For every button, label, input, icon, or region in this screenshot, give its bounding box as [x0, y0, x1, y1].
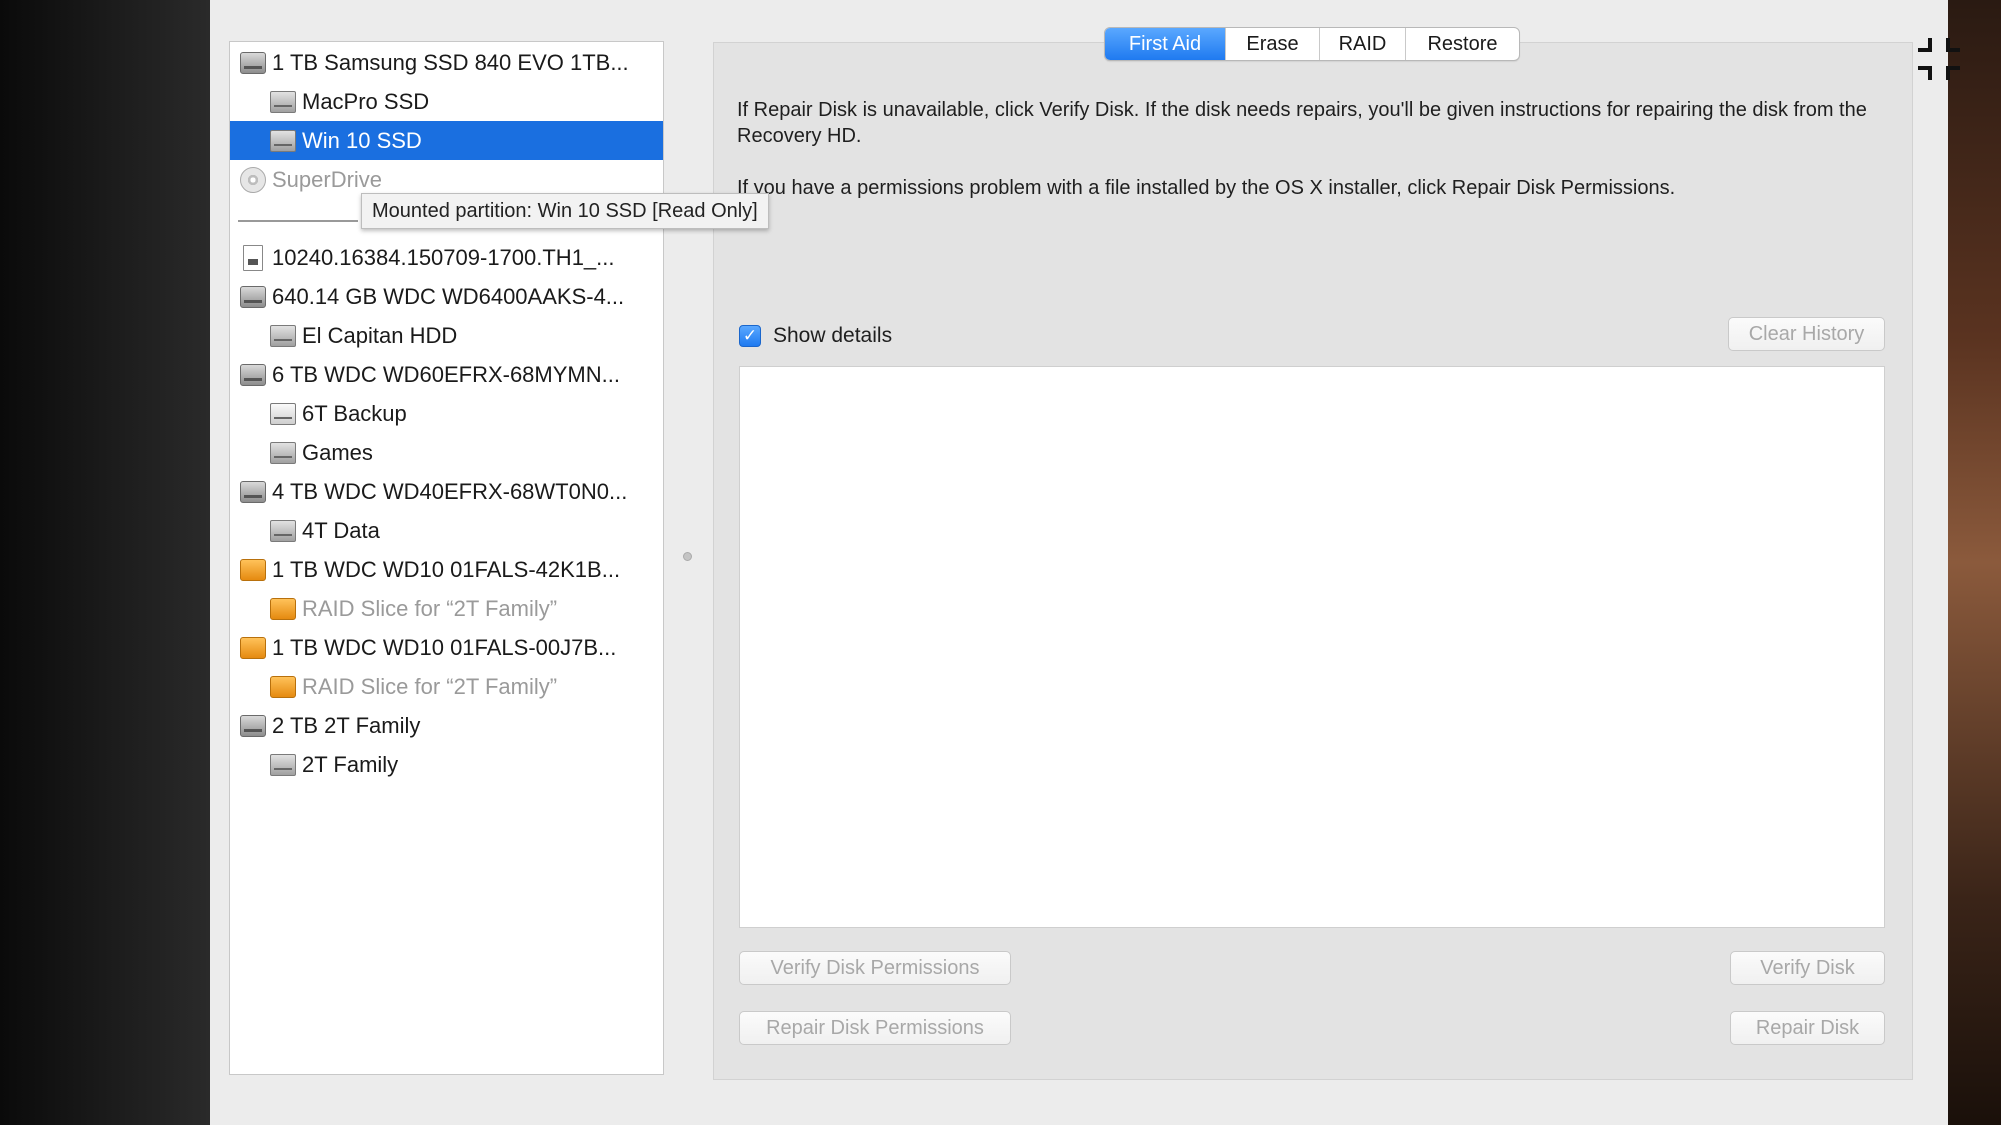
- show-details-label: Show details: [773, 324, 893, 347]
- volume-icon: [270, 129, 296, 152]
- sidebar-separator: [238, 220, 358, 222]
- drive-icon: [240, 480, 266, 503]
- instructions-text: If Repair Disk is unavailable, click Ver…: [737, 99, 1867, 147]
- sidebar-item[interactable]: RAID Slice for “2T Family”: [230, 667, 663, 706]
- clear-history-button[interactable]: Clear History: [1728, 317, 1885, 351]
- sidebar-item-label: 6T Backup: [302, 400, 407, 426]
- sidebar-item-label: El Capitan HDD: [302, 322, 458, 348]
- sidebar-item[interactable]: El Capitan HDD: [230, 316, 663, 355]
- tab-restore[interactable]: Restore: [1405, 28, 1519, 60]
- sidebar-item-label: 1 TB WDC WD10 01FALS-42K1B...: [272, 556, 621, 582]
- volume-icon: [270, 753, 296, 776]
- checkmark-icon[interactable]: ✓: [739, 325, 761, 347]
- drive-icon: [240, 285, 266, 308]
- sidebar-item-label: 10240.16384.150709-1700.TH1_...: [272, 244, 615, 270]
- raid-drive-icon: [240, 558, 266, 581]
- volume-icon: [270, 441, 296, 464]
- show-details-checkbox[interactable]: ✓ Show details: [739, 324, 892, 348]
- sidebar-item[interactable]: 6 TB WDC WD60EFRX-68MYMN...: [230, 355, 663, 394]
- sidebar-item-label: 1 TB Samsung SSD 840 EVO 1TB...: [272, 49, 629, 75]
- volume-white-icon: [270, 402, 296, 425]
- sidebar-item-selected[interactable]: Win 10 SSD: [230, 121, 663, 160]
- volume-icon: [270, 519, 296, 542]
- sidebar-item-label: 6 TB WDC WD60EFRX-68MYMN...: [272, 361, 620, 387]
- verify-disk-permissions-button[interactable]: Verify Disk Permissions: [739, 951, 1011, 985]
- sidebar-item[interactable]: RAID Slice for “2T Family”: [230, 589, 663, 628]
- sidebar-item-label: 2 TB 2T Family: [272, 712, 421, 738]
- sidebar-item[interactable]: 2 TB 2T Family: [230, 706, 663, 745]
- sidebar-item-label: 4T Data: [302, 517, 380, 543]
- drive-icon: [240, 51, 266, 74]
- sidebar-item[interactable]: 2T Family: [230, 745, 663, 784]
- sidebar-item-label: 640.14 GB WDC WD6400AAKS-4...: [272, 283, 625, 309]
- sidebar-item[interactable]: 10240.16384.150709-1700.TH1_...: [230, 238, 663, 277]
- sidebar-item[interactable]: MacPro SSD: [230, 82, 663, 121]
- tab-first-aid[interactable]: First Aid: [1105, 28, 1225, 60]
- raid-drive-icon: [240, 636, 266, 659]
- volume-icon: [270, 90, 296, 113]
- background-left: [0, 0, 210, 1125]
- raid-slice-icon: [270, 597, 296, 620]
- optical-drive-icon: [240, 166, 266, 193]
- verify-disk-button[interactable]: Verify Disk: [1730, 951, 1885, 985]
- sidebar-item[interactable]: 4 TB WDC WD40EFRX-68WT0N0...: [230, 472, 663, 511]
- sidebar-item-label: 1 TB WDC WD10 01FALS-00J7B...: [272, 634, 617, 660]
- sidebar-item-label: 2T Family: [302, 751, 399, 777]
- sidebar-item-label: Win 10 SSD: [302, 127, 422, 153]
- sidebar-item[interactable]: 1 TB Samsung SSD 840 EVO 1TB...: [230, 43, 663, 82]
- permissions-text: If you have a permissions problem with a…: [737, 177, 1676, 199]
- sidebar-item[interactable]: 640.14 GB WDC WD6400AAKS-4...: [230, 277, 663, 316]
- sidebar-item[interactable]: Games: [230, 433, 663, 472]
- sidebar-item-label: RAID Slice for “2T Family”: [302, 673, 558, 699]
- tab-raid[interactable]: RAID: [1319, 28, 1405, 60]
- tooltip: Mounted partition: Win 10 SSD [Read Only…: [361, 193, 769, 229]
- sidebar-item-label: 4 TB WDC WD40EFRX-68WT0N0...: [272, 478, 628, 504]
- details-log-area[interactable]: [739, 366, 1885, 928]
- exit-fullscreen-icon[interactable]: [1916, 36, 1962, 82]
- drive-icon: [240, 714, 266, 737]
- split-view-handle[interactable]: [683, 552, 692, 561]
- disk-image-icon: [243, 244, 263, 271]
- drive-icon: [240, 363, 266, 386]
- volume-icon: [270, 324, 296, 347]
- tab-erase[interactable]: Erase: [1225, 28, 1319, 60]
- tab-bar: First Aid Erase RAID Restore: [1104, 27, 1520, 61]
- repair-disk-button[interactable]: Repair Disk: [1730, 1011, 1885, 1045]
- sidebar-item[interactable]: 1 TB WDC WD10 01FALS-00J7B...: [230, 628, 663, 667]
- sidebar-item[interactable]: 1 TB WDC WD10 01FALS-42K1B...: [230, 550, 663, 589]
- sidebar-item-label: RAID Slice for “2T Family”: [302, 595, 558, 621]
- sidebar-item-label: SuperDrive: [272, 166, 383, 192]
- sidebar-item[interactable]: 4T Data: [230, 511, 663, 550]
- repair-disk-permissions-button[interactable]: Repair Disk Permissions: [739, 1011, 1011, 1045]
- background-right: [1948, 0, 2001, 1125]
- sidebar-item-label: Games: [302, 439, 373, 465]
- sidebar-item-label: MacPro SSD: [302, 88, 430, 114]
- raid-slice-icon: [270, 675, 296, 698]
- sidebar-item[interactable]: 6T Backup: [230, 394, 663, 433]
